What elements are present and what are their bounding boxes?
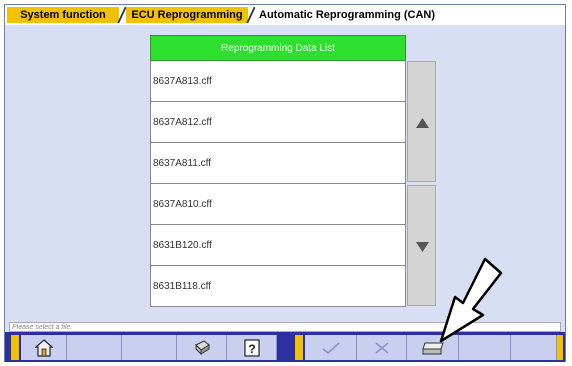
callout-arrow-icon	[439, 257, 503, 343]
tab-ecu-reprogramming[interactable]: ECU Reprogramming	[126, 7, 248, 23]
home-icon	[34, 338, 53, 357]
cross-icon	[374, 341, 389, 354]
ok-button[interactable]	[305, 335, 357, 360]
toolbar-empty-button	[67, 335, 122, 360]
toolbar-empty-button	[122, 335, 177, 360]
toolbar-spacer	[277, 335, 291, 360]
scroll-down-button[interactable]	[407, 185, 436, 306]
print-button[interactable]	[177, 335, 227, 360]
triangle-down-icon	[416, 242, 429, 252]
list-item[interactable]: 8637A812.cff	[150, 102, 406, 143]
triangle-up-icon	[416, 118, 429, 128]
breadcrumb-tabs: System function ECU Reprogramming Automa…	[5, 5, 565, 25]
home-button[interactable]	[21, 335, 67, 360]
scroll-up-button[interactable]	[407, 61, 436, 182]
app-window: System function ECU Reprogramming Automa…	[4, 4, 566, 362]
tab-automatic-reprogramming[interactable]: Automatic Reprogramming (CAN)	[255, 7, 459, 23]
toolbar-group-marker	[295, 335, 303, 360]
cancel-button[interactable]	[357, 335, 407, 360]
svg-text:?: ?	[248, 342, 255, 356]
list-item[interactable]: 8637A810.cff	[150, 184, 406, 225]
list-item[interactable]: 8631B120.cff	[150, 225, 406, 266]
help-button[interactable]: ?	[227, 335, 277, 360]
list-item[interactable]: 8637A813.cff	[150, 61, 406, 102]
toolbar-group-marker	[557, 335, 563, 360]
list-item[interactable]: 8631B118.cff	[150, 266, 406, 307]
printer-icon	[194, 339, 210, 355]
list-item[interactable]: 8637A811.cff	[150, 143, 406, 184]
check-icon	[322, 341, 340, 354]
toolbar-empty-button	[511, 335, 557, 360]
help-icon: ?	[243, 338, 260, 357]
tab-system-function[interactable]: System function	[7, 7, 119, 23]
toolbar-group-marker	[11, 335, 19, 360]
reprogramming-data-list: Reprogramming Data List 8637A813.cff 863…	[150, 35, 406, 307]
list-header: Reprogramming Data List	[150, 35, 406, 61]
